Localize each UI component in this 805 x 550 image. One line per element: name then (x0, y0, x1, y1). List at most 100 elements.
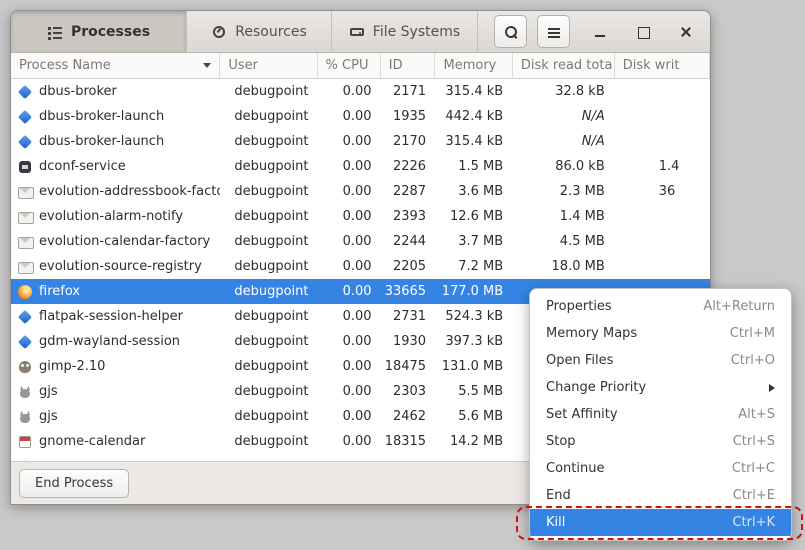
column-header-disk-read-tota[interactable]: Disk read tota (513, 53, 615, 78)
column-label: Memory (443, 58, 496, 73)
primary-menu-button[interactable] (537, 15, 570, 48)
process-name-cell: firefox (11, 279, 220, 304)
process-name-cell: dbus-broker-launch (11, 104, 220, 129)
disk-write-cell (613, 229, 710, 254)
process-name: evolution-source-registry (39, 259, 202, 274)
user-cell: debugpoint (220, 329, 317, 354)
pid-cell: 2244 (380, 229, 435, 254)
cell-value: debugpoint (234, 309, 308, 324)
menu-item-memory-maps[interactable]: Memory MapsCtrl+M (530, 320, 791, 347)
cell-value: debugpoint (234, 259, 308, 274)
column-header-cpu[interactable]: % CPU (318, 53, 381, 78)
cell-value: 315.4 kB (445, 134, 503, 149)
cpu-cell: 0.00 (317, 179, 380, 204)
menu-item-open-files[interactable]: Open FilesCtrl+O (530, 347, 791, 374)
column-header-process-name[interactable]: Process Name (11, 53, 220, 78)
cell-value: 2205 (393, 259, 426, 274)
column-header-memory[interactable]: Memory (435, 53, 512, 78)
window-controls (588, 20, 698, 44)
column-header-user[interactable]: User (220, 53, 317, 78)
pid-cell: 18315 (380, 429, 435, 454)
pid-cell (380, 454, 435, 461)
process-row-evolution-calendar-factory[interactable]: evolution-calendar-factorydebugpoint0.00… (11, 229, 710, 254)
menu-item-accelerator: Ctrl+C (732, 461, 775, 476)
cell-value: debugpoint (234, 359, 308, 374)
process-row-dconf-service[interactable]: dconf-servicedebugpoint0.0022261.5 MB86.… (11, 154, 710, 179)
process-name: evolution-alarm-notify (39, 209, 183, 224)
cell-value: 2170 (393, 134, 426, 149)
memory-cell: 524.3 kB (434, 304, 511, 329)
menu-item-stop[interactable]: StopCtrl+S (530, 428, 791, 455)
cell-value: 33665 (385, 284, 426, 299)
pid-cell: 2226 (380, 154, 435, 179)
process-row-evolution-addressbook-factory[interactable]: evolution-addressbook-factorydebugpoint0… (11, 179, 710, 204)
process-context-menu: PropertiesAlt+ReturnMemory MapsCtrl+MOpe… (529, 288, 792, 541)
memory-cell: 3.7 MB (434, 229, 511, 254)
disk-read-cell: 32.8 kB (511, 79, 613, 104)
tab-file-systems[interactable]: File Systems (332, 11, 478, 52)
tab-processes[interactable]: Processes (11, 11, 187, 52)
pid-cell: 2393 (380, 204, 435, 229)
calendar-icon (17, 434, 33, 450)
process-row-dbus-broker[interactable]: dbus-brokerdebugpoint0.002171315.4 kB32.… (11, 79, 710, 104)
process-name: gimp-2.10 (39, 359, 105, 374)
close-button[interactable] (674, 20, 698, 44)
user-cell: debugpoint (220, 304, 317, 329)
cell-value: debugpoint (234, 434, 308, 449)
end-process-button[interactable]: End Process (19, 469, 129, 498)
process-name-cell: gnome-calendar (11, 429, 220, 454)
pid-cell: 2287 (380, 179, 435, 204)
tab-resources[interactable]: Resources (187, 11, 332, 52)
process-row-dbus-broker-launch[interactable]: dbus-broker-launchdebugpoint0.001935442.… (11, 104, 710, 129)
user-cell: debugpoint (220, 379, 317, 404)
memory-cell: 1.5 MB (434, 154, 511, 179)
sort-descending-icon (203, 63, 211, 68)
cpu-cell: 0.00 (317, 154, 380, 179)
menu-item-set-affinity[interactable]: Set AffinityAlt+S (530, 401, 791, 428)
user-cell: debugpoint (220, 79, 317, 104)
menu-item-end[interactable]: EndCtrl+E (530, 482, 791, 509)
column-header-disk-writ[interactable]: Disk writ (615, 53, 710, 78)
cell-value: debugpoint (234, 234, 308, 249)
cpu-cell: 0.00 (317, 204, 380, 229)
memory-cell: 397.3 kB (434, 329, 511, 354)
cell-value: 86.0 kB (555, 159, 605, 174)
cell-value: 131.0 MB (442, 359, 503, 374)
menu-item-label: Continue (546, 461, 732, 476)
user-cell: debugpoint (220, 229, 317, 254)
cat-icon (17, 409, 33, 425)
process-name-cell: gjs (11, 379, 220, 404)
cell-value: 2731 (393, 309, 426, 324)
menu-item-properties[interactable]: PropertiesAlt+Return (530, 293, 791, 320)
menu-item-change-priority[interactable]: Change Priority (530, 374, 791, 401)
menu-item-continue[interactable]: ContinueCtrl+C (530, 455, 791, 482)
memory-cell: 315.4 kB (434, 79, 511, 104)
user-cell: debugpoint (220, 204, 317, 229)
process-name: firefox (39, 284, 80, 299)
disk-write-cell (613, 104, 710, 129)
process-name: dbus-broker-launch (39, 134, 164, 149)
user-cell: debugpoint (220, 354, 317, 379)
process-row-evolution-alarm-notify[interactable]: evolution-alarm-notify debugpoint0.002393… (11, 204, 710, 229)
process-name-cell: evolution-calendar-factory (11, 229, 220, 254)
maximize-button[interactable] (631, 20, 655, 44)
process-row-dbus-broker-launch[interactable]: dbus-broker-launchdebugpoint0.002170315.… (11, 129, 710, 154)
search-button[interactable] (494, 15, 527, 48)
memory-cell: 7.2 MB (434, 254, 511, 279)
pid-cell: 2462 (380, 404, 435, 429)
envelope-icon (17, 184, 33, 200)
cell-value: 5.5 MB (458, 384, 503, 399)
column-header-id[interactable]: ID (381, 53, 436, 78)
process-row-evolution-source-registry[interactable]: evolution-source-registrydebugpoint0.002… (11, 254, 710, 279)
search-icon (503, 24, 519, 40)
menu-item-accelerator: Ctrl+E (733, 488, 775, 503)
tab-label: Resources (235, 24, 307, 40)
firefox-icon (17, 284, 33, 300)
cell-value: 0.00 (343, 159, 372, 174)
user-cell: debugpoint (220, 104, 317, 129)
tab-label: File Systems (373, 24, 460, 40)
minimize-button[interactable] (588, 20, 612, 44)
cell-value: 32.8 kB (555, 84, 605, 99)
memory-cell: 3.6 MB (434, 179, 511, 204)
menu-item-kill[interactable]: KillCtrl+K (530, 509, 791, 536)
